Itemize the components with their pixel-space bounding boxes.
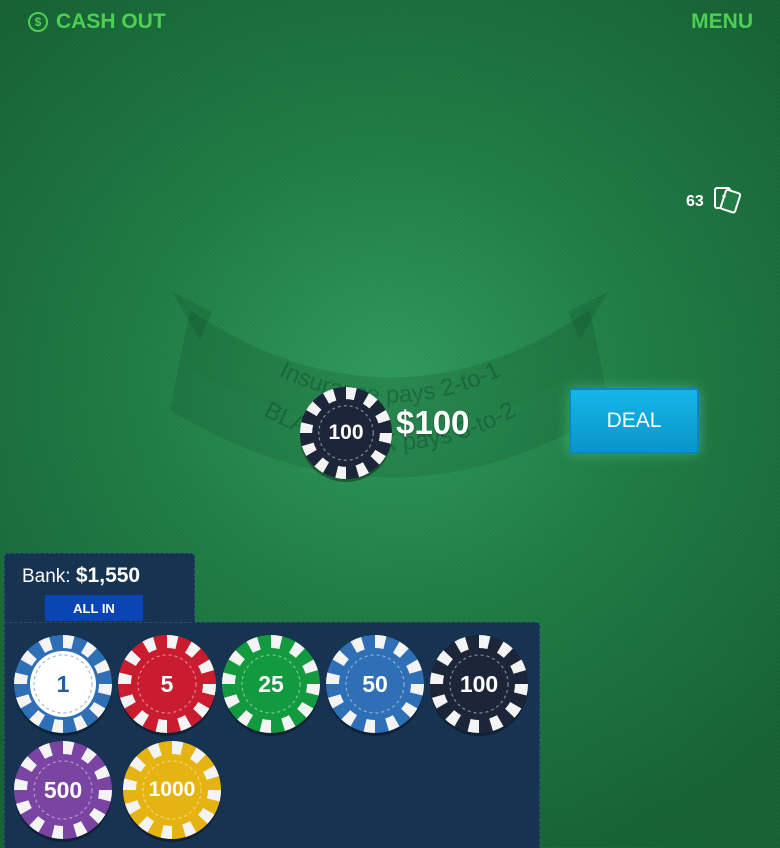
cash-out-button[interactable]: $ CASH OUT [28, 10, 166, 34]
bank-display: Bank: $1,550 [22, 564, 140, 588]
chip-1000-button[interactable]: 1000 [122, 740, 222, 842]
bank-label: Bank: [22, 566, 71, 587]
bet-amount: $100 [396, 404, 470, 441]
chip-25-button[interactable]: 25 [221, 634, 321, 736]
chip-1-button[interactable]: 1 [13, 634, 113, 736]
all-in-button[interactable]: ALL IN [45, 595, 143, 621]
chip-50-button[interactable]: 50 [325, 634, 425, 736]
deck-count: 63 [686, 192, 704, 210]
chip-100-button[interactable]: 100 [429, 634, 529, 736]
placed-bet-chip[interactable]: 100 [299, 386, 393, 482]
cards-icon [712, 184, 742, 219]
chip-5-button[interactable]: 5 [117, 634, 217, 736]
bank-amount: $1,550 [75, 564, 141, 587]
menu-button[interactable]: MENU [691, 10, 753, 34]
cash-out-label: CASH OUT [56, 10, 166, 33]
dollar-coin-icon: $ [28, 12, 48, 32]
chip-500-button[interactable]: 500 [13, 740, 113, 842]
deal-button[interactable]: DEAL [569, 388, 699, 454]
deck-counter: 63 [686, 184, 742, 219]
